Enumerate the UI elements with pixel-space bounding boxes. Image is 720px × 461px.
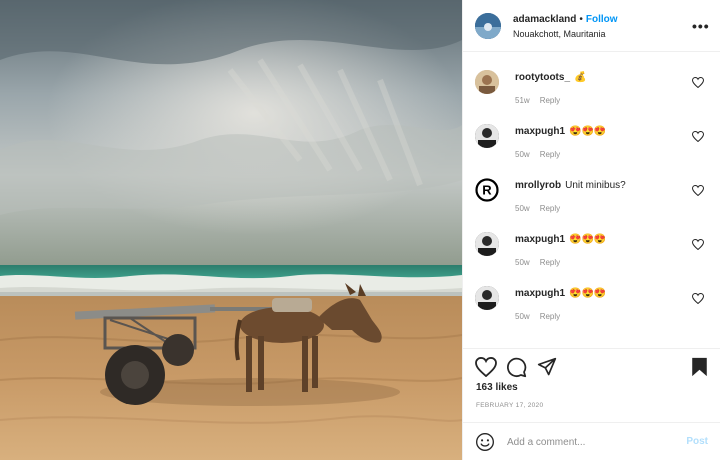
comment-text: 😍😍😍 xyxy=(569,234,607,245)
comment-text-line: maxpugh1 😍😍😍 xyxy=(515,126,606,137)
like-comment-heart-icon[interactable] xyxy=(692,77,704,88)
heart-icon[interactable] xyxy=(475,357,497,377)
comment-text: 💰 xyxy=(574,72,587,83)
comment-username[interactable]: maxpugh1 xyxy=(515,126,565,137)
post-actions-bar xyxy=(463,348,720,385)
comment-age[interactable]: 50w xyxy=(515,312,530,321)
comment-input[interactable] xyxy=(507,433,677,451)
comment-text: 😍😍😍 xyxy=(569,288,607,299)
avatar-image xyxy=(475,124,499,148)
comment-meta: 50w Reply xyxy=(515,258,560,267)
comment-age[interactable]: 50w xyxy=(515,150,530,159)
registered-logo-icon: R xyxy=(475,178,499,202)
comment-text-line: maxpugh1 😍😍😍 xyxy=(515,288,606,299)
separator-dot: • xyxy=(579,13,583,25)
avatar-image xyxy=(475,286,499,310)
comment-meta: 51w Reply xyxy=(515,96,560,105)
post-comment-button[interactable]: Post xyxy=(686,436,708,447)
comment-username[interactable]: maxpugh1 xyxy=(515,234,565,245)
avatar-image xyxy=(475,12,501,39)
comment-item: maxpugh1 😍😍😍 50w Reply xyxy=(463,220,720,274)
comment-item: maxpugh1 😍😍😍 50w Reply xyxy=(463,112,720,166)
comment-age[interactable]: 51w xyxy=(515,96,530,105)
post-side-panel: adamackland • Follow Nouakchott, Mauritani… xyxy=(462,0,720,460)
avatar-image xyxy=(475,232,499,256)
comment-icon[interactable] xyxy=(506,357,527,378)
comment-text: Unit minibus? xyxy=(565,180,626,191)
add-comment-bar: Post xyxy=(463,422,720,461)
beach-donkey-cart-image xyxy=(0,0,462,460)
comment-age[interactable]: 50w xyxy=(515,204,530,213)
author-avatar[interactable] xyxy=(475,12,501,39)
commenter-avatar[interactable] xyxy=(475,124,499,148)
commenter-avatar[interactable] xyxy=(475,286,499,310)
share-icon[interactable] xyxy=(537,357,557,377)
likes-count[interactable]: 163 likes xyxy=(476,382,518,393)
comment-username[interactable]: maxpugh1 xyxy=(515,288,565,299)
like-comment-heart-icon[interactable] xyxy=(692,293,704,304)
reply-button[interactable]: Reply xyxy=(540,204,560,213)
comment-text-line: maxpugh1 😍😍😍 xyxy=(515,234,606,245)
instagram-post: adamackland • Follow Nouakchott, Mauritani… xyxy=(0,0,720,460)
like-comment-heart-icon[interactable] xyxy=(692,131,704,142)
follow-button[interactable]: Follow xyxy=(586,14,618,25)
comment-item: maxpugh1 😍😍😍 50w Reply xyxy=(463,274,720,328)
svg-text:R: R xyxy=(482,183,492,198)
comment-item: rootytoots_ 💰 51w Reply xyxy=(463,58,720,112)
reply-button[interactable]: Reply xyxy=(540,150,560,159)
reply-button[interactable]: Reply xyxy=(540,258,560,267)
reply-button[interactable]: Reply xyxy=(540,96,560,105)
comment-username[interactable]: mrollyrob xyxy=(515,180,561,191)
comment-text-line: mrollyrob Unit minibus? xyxy=(515,180,626,191)
comment-age[interactable]: 50w xyxy=(515,258,530,267)
post-header: adamackland • Follow Nouakchott, Mauritani… xyxy=(463,0,720,52)
more-icon[interactable]: ••• xyxy=(692,18,709,34)
comment-meta: 50w Reply xyxy=(515,150,560,159)
commenter-avatar[interactable]: R xyxy=(475,178,499,202)
comment-text: 😍😍😍 xyxy=(569,126,607,137)
bookmark-icon[interactable] xyxy=(691,357,708,377)
comment-meta: 50w Reply xyxy=(515,312,560,321)
like-comment-heart-icon[interactable] xyxy=(692,239,704,250)
author-username[interactable]: adamackland xyxy=(513,14,576,25)
commenter-avatar[interactable] xyxy=(475,70,499,94)
author-info: adamackland • Follow Nouakchott, Mauritani… xyxy=(513,11,692,41)
like-comment-heart-icon[interactable] xyxy=(692,185,704,196)
comment-username[interactable]: rootytoots_ xyxy=(515,72,570,83)
location-link[interactable]: Nouakchott, Mauritania xyxy=(513,27,692,41)
reply-button[interactable]: Reply xyxy=(540,312,560,321)
post-photo[interactable] xyxy=(0,0,462,460)
post-date[interactable]: FEBRUARY 17, 2020 xyxy=(476,402,543,409)
comment-text-line: rootytoots_ 💰 xyxy=(515,72,586,83)
avatar-image xyxy=(475,70,499,94)
emoji-icon[interactable] xyxy=(475,432,495,452)
comments-list[interactable]: rootytoots_ 💰 51w Reply maxpugh1 😍😍😍 50w Rep… xyxy=(463,58,720,346)
comment-item: R mrollyrob Unit minibus? 50w Reply xyxy=(463,166,720,220)
commenter-avatar[interactable] xyxy=(475,232,499,256)
comment-meta: 50w Reply xyxy=(515,204,560,213)
